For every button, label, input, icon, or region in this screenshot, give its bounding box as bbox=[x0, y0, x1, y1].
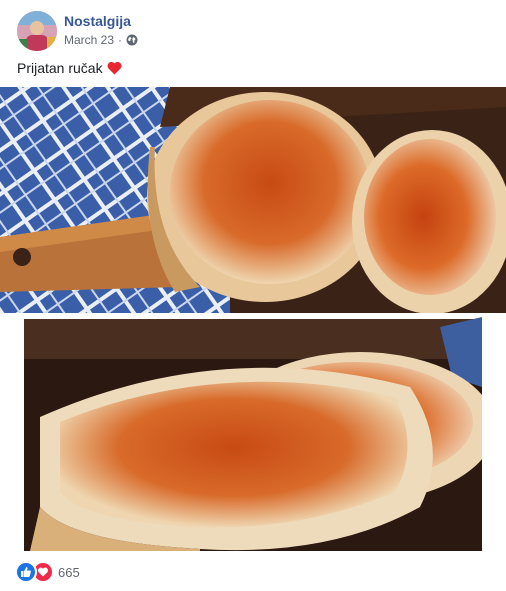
like-icon bbox=[15, 561, 37, 583]
meta-separator: · bbox=[118, 33, 123, 47]
post-caption: Prijatan ručak bbox=[17, 60, 122, 76]
caption-text: Prijatan ručak bbox=[17, 60, 103, 76]
post-meta: March 23 · bbox=[64, 33, 138, 47]
post-photo[interactable] bbox=[0, 87, 506, 551]
post-header: Nostalgija March 23 · bbox=[0, 0, 506, 58]
bread-with-lard-photo bbox=[0, 87, 506, 551]
reactions-bar[interactable]: 665 bbox=[15, 561, 80, 583]
red-heart-emoji bbox=[107, 61, 122, 75]
reaction-count[interactable]: 665 bbox=[58, 565, 80, 580]
globe-icon[interactable] bbox=[126, 34, 138, 46]
facebook-post: Nostalgija March 23 · Prijatan ručak 665 bbox=[0, 0, 506, 591]
post-date[interactable]: March 23 bbox=[64, 33, 114, 47]
author-name[interactable]: Nostalgija bbox=[64, 13, 131, 29]
page-avatar[interactable] bbox=[17, 11, 57, 51]
